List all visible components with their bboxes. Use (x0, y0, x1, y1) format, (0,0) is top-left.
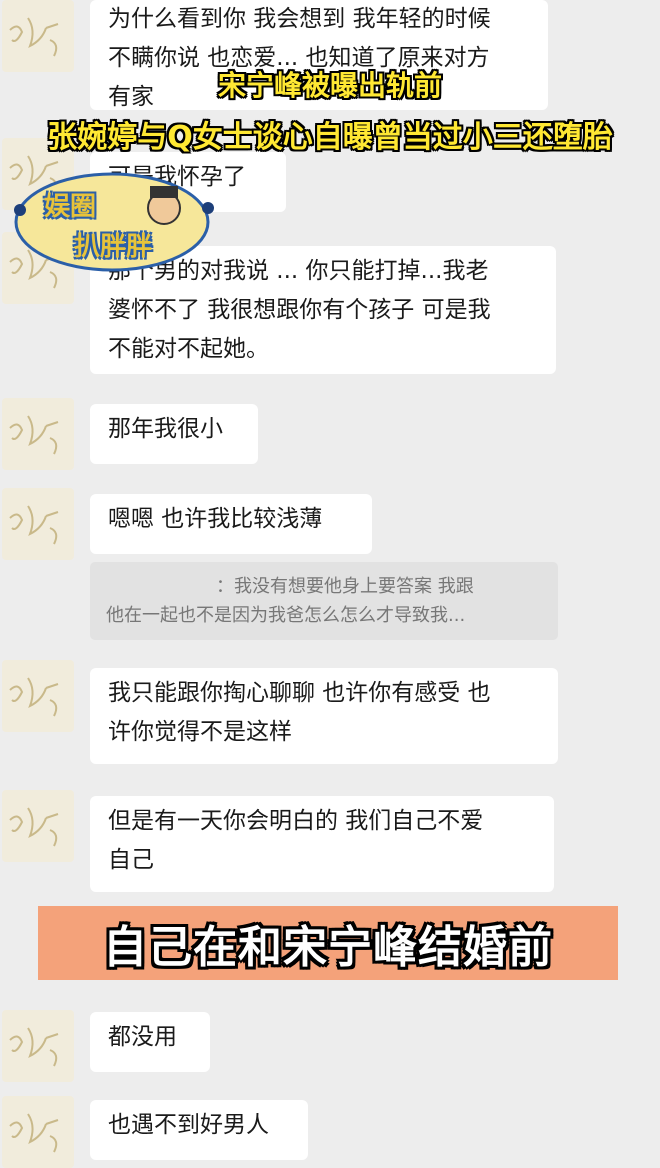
message-text: 婆怀不了 我很想跟你有个孩子 可是我 (108, 297, 491, 323)
logo-text-bottom: 扒胖胖 (74, 232, 153, 262)
headline-caption-1: 宋宁峰被曝出轨前 (217, 69, 442, 102)
message-bubble[interactable]: 都没用 (90, 1012, 210, 1072)
contact-avatar[interactable] (2, 790, 74, 862)
message-bubble[interactable]: 嗯嗯 也许我比较浅薄 (90, 494, 372, 554)
quoted-message[interactable]: ：我没有想要他身上要答案 我跟 他在一起也不是因为我爸怎么怎么才导致我... (90, 562, 558, 640)
message-text: 不能对不起她。 (108, 336, 269, 362)
message-text: 嗯嗯 也许我比较浅薄 (108, 506, 323, 532)
message-bubble[interactable]: 那年我很小 (90, 404, 258, 464)
message-text: 许你觉得不是这样 (108, 719, 292, 745)
message-text: 那年我很小 (108, 416, 223, 442)
message-bubble[interactable]: 我只能跟你掏心聊聊 也许你有感受 也 许你觉得不是这样 (90, 668, 558, 764)
contact-avatar[interactable] (2, 660, 74, 732)
caption-banner: 自己在和宋宁峰结婚前 (38, 906, 618, 980)
message-text: 但是有一天你会明白的 我们自己不爱 (108, 808, 484, 834)
quote-text: 他在一起也不是因为我爸怎么怎么才导致我... (106, 605, 466, 626)
quote-text: ：我没有想要他身上要答案 我跟 (216, 576, 474, 597)
contact-avatar[interactable] (2, 1010, 74, 1082)
caption-banner-text: 自己在和宋宁峰结婚前 (103, 922, 553, 973)
contact-avatar[interactable] (2, 1096, 74, 1168)
headline-caption-2: 张婉婷与Q女士谈心自曝曾当过小三还堕胎 (47, 120, 613, 155)
watermark-logo: 娱圈 扒胖胖 (12, 168, 222, 278)
message-text: 我只能跟你掏心聊聊 也许你有感受 也 (108, 680, 491, 706)
logo-text-top: 娱圈 (44, 192, 97, 222)
contact-avatar[interactable] (2, 0, 74, 72)
message-text: 为什么看到你 我会想到 我年轻的时候 (108, 6, 491, 32)
message-bubble[interactable]: 但是有一天你会明白的 我们自己不爱 自己 (90, 796, 554, 892)
contact-avatar[interactable] (2, 398, 74, 470)
message-text: 也遇不到好男人 (108, 1112, 269, 1138)
message-text: 自己 (108, 847, 154, 873)
message-bubble[interactable]: 也遇不到好男人 (90, 1100, 308, 1160)
message-text: 都没用 (108, 1024, 177, 1050)
contact-avatar[interactable] (2, 488, 74, 560)
